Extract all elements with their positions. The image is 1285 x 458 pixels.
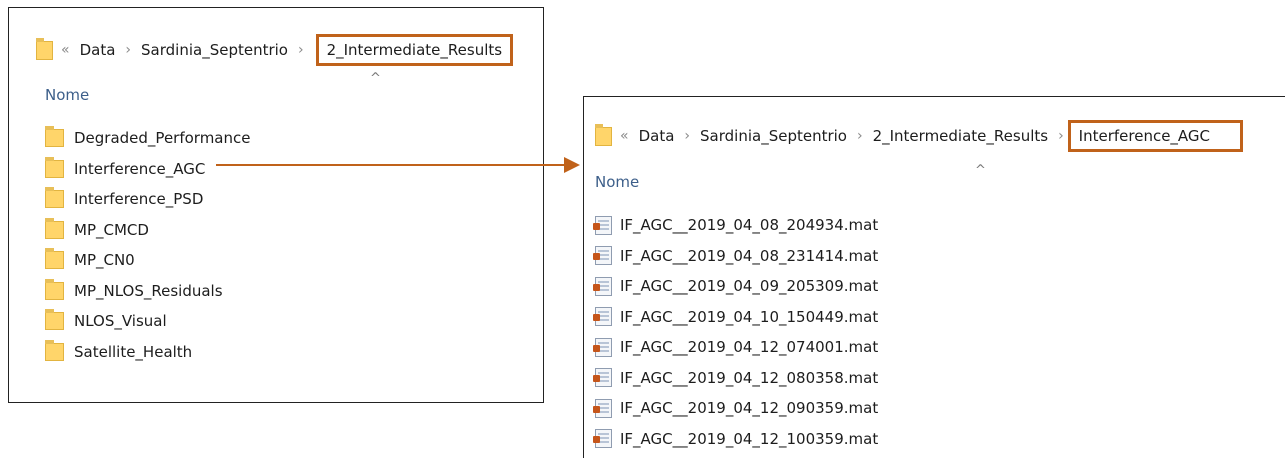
list-item[interactable]: IF_AGC__2019_04_08_231414.mat xyxy=(584,241,1285,272)
list-item[interactable]: IF_AGC__2019_04_12_100359.mat xyxy=(584,424,1285,455)
folder-icon xyxy=(36,37,53,60)
file-name: IF_AGC__2019_04_12_090359.mat xyxy=(620,399,879,418)
file-list: IF_AGC__2019_04_08_204934.mat IF_AGC__20… xyxy=(584,210,1285,454)
breadcrumb-back-icon[interactable]: « xyxy=(61,42,70,58)
chevron-right-icon: › xyxy=(125,42,132,58)
list-item[interactable]: IF_AGC__2019_04_12_074001.mat xyxy=(584,332,1285,363)
mat-file-icon xyxy=(593,276,612,296)
folder-icon xyxy=(595,123,612,146)
file-name: IF_AGC__2019_04_08_231414.mat xyxy=(620,246,879,265)
folder-name: NLOS_Visual xyxy=(74,312,167,331)
folder-icon xyxy=(45,126,64,148)
folder-name: Interference_AGC xyxy=(74,159,206,178)
list-item[interactable]: IF_AGC__2019_04_09_205309.mat xyxy=(584,271,1285,302)
breadcrumb-2-intermediate-results[interactable]: 2_Intermediate_Results xyxy=(315,34,514,66)
list-item[interactable]: NLOS_Visual xyxy=(9,306,543,337)
mat-file-icon xyxy=(593,215,612,235)
chevron-right-icon: › xyxy=(1058,128,1064,144)
breadcrumb-back-icon[interactable]: « xyxy=(620,128,629,144)
folder-icon xyxy=(45,278,64,300)
list-item[interactable]: MP_NLOS_Residuals xyxy=(9,276,543,307)
list-item[interactable]: IF_AGC__2019_04_12_080358.mat xyxy=(584,363,1285,394)
list-item[interactable]: IF_AGC__2019_04_12_090359.mat xyxy=(584,393,1285,424)
list-item[interactable]: MP_CN0 xyxy=(9,245,543,276)
breadcrumb-2-intermediate-results[interactable]: 2_Intermediate_Results xyxy=(873,127,1048,145)
mat-file-icon xyxy=(593,398,612,418)
breadcrumb-data[interactable]: Data xyxy=(80,41,116,59)
chevron-right-icon: › xyxy=(856,128,863,144)
folder-icon xyxy=(45,309,64,331)
folder-icon xyxy=(45,156,64,178)
breadcrumb-sardinia-septentrio[interactable]: Sardinia_Septentrio xyxy=(141,41,288,59)
file-name: IF_AGC__2019_04_09_205309.mat xyxy=(620,277,879,296)
mat-file-icon xyxy=(593,429,612,449)
file-name: IF_AGC__2019_04_12_074001.mat xyxy=(620,338,879,357)
list-item[interactable]: Degraded_Performance xyxy=(9,123,543,154)
folder-name: MP_NLOS_Residuals xyxy=(74,281,223,300)
list-item[interactable]: IF_AGC__2019_04_10_150449.mat xyxy=(584,302,1285,333)
sort-ascending-icon[interactable]: ^ xyxy=(975,163,986,178)
file-name: IF_AGC__2019_04_10_150449.mat xyxy=(620,307,879,326)
chevron-right-icon: › xyxy=(297,42,304,58)
sort-ascending-icon[interactable]: ^ xyxy=(370,71,381,86)
folder-name: MP_CMCD xyxy=(74,220,149,239)
list-item[interactable]: Interference_AGC xyxy=(9,154,543,185)
file-name: IF_AGC__2019_04_12_080358.mat xyxy=(620,368,879,387)
folder-icon xyxy=(45,187,64,209)
mat-file-icon xyxy=(593,246,612,266)
list-item[interactable]: Satellite_Health xyxy=(9,337,543,368)
folder-list: Degraded_Performance Interference_AGC In… xyxy=(9,123,543,367)
file-name: IF_AGC__2019_04_08_204934.mat xyxy=(620,216,879,235)
mat-file-icon xyxy=(593,368,612,388)
folder-icon xyxy=(45,248,64,270)
list-item[interactable]: MP_CMCD xyxy=(9,215,543,246)
left-explorer-window: « Data › Sardinia_Septentrio › 2_Interme… xyxy=(8,7,544,403)
breadcrumb-data[interactable]: Data xyxy=(639,127,675,145)
right-explorer-window: « Data › Sardinia_Septentrio › 2_Interme… xyxy=(583,96,1285,458)
folder-name: MP_CN0 xyxy=(74,251,135,270)
breadcrumb-sardinia-septentrio[interactable]: Sardinia_Septentrio xyxy=(700,127,847,145)
file-name: IF_AGC__2019_04_12_100359.mat xyxy=(620,429,879,448)
mat-file-icon xyxy=(593,307,612,327)
list-item[interactable]: Interference_PSD xyxy=(9,184,543,215)
address-bar[interactable]: « Data › Sardinia_Septentrio › 2_Interme… xyxy=(584,120,1285,152)
address-bar[interactable]: « Data › Sardinia_Septentrio › 2_Interme… xyxy=(9,34,543,66)
mat-file-icon xyxy=(593,337,612,357)
chevron-right-icon: › xyxy=(684,128,691,144)
breadcrumb-interference-agc[interactable]: Interference_AGC xyxy=(1067,120,1244,152)
list-item[interactable]: IF_AGC__2019_04_08_204934.mat xyxy=(584,210,1285,241)
folder-name: Satellite_Health xyxy=(74,342,193,361)
folder-icon xyxy=(45,217,64,239)
column-header-name[interactable]: Nome xyxy=(45,86,89,104)
folder-icon xyxy=(45,339,64,361)
folder-name: Interference_PSD xyxy=(74,190,204,209)
folder-name: Degraded_Performance xyxy=(74,129,251,148)
column-header-name[interactable]: Nome xyxy=(595,173,639,191)
